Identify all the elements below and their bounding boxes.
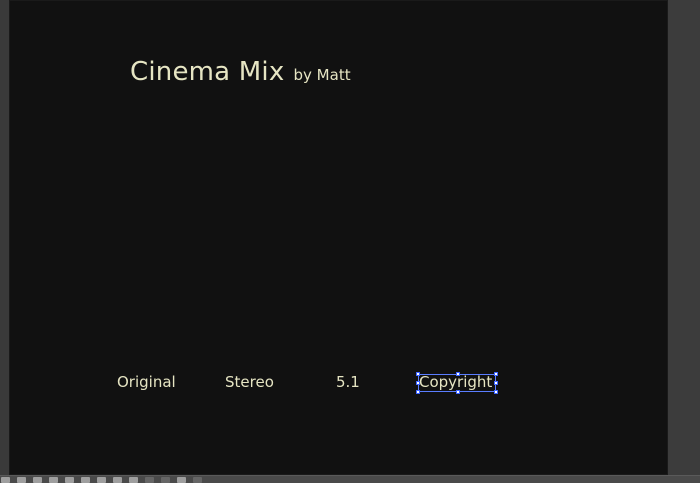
menu-title-subtitle: by Matt	[293, 66, 351, 84]
split-icon[interactable]	[97, 476, 106, 483]
back-icon[interactable]	[161, 476, 170, 483]
left-ruler-strip	[0, 0, 9, 475]
grid-icon[interactable]	[33, 476, 42, 483]
loop-icon[interactable]	[129, 476, 138, 483]
original-button[interactable]: Original	[117, 373, 176, 391]
menu-title: Cinema Mix by Matt	[130, 57, 351, 87]
stop-icon[interactable]	[17, 476, 26, 483]
play-icon[interactable]	[1, 476, 10, 483]
layer-icon[interactable]	[65, 476, 74, 483]
menu-preview-canvas[interactable]: Cinema Mix by Matt Original Stereo 5.1 C…	[9, 0, 668, 475]
zoom-icon[interactable]	[177, 476, 186, 483]
surround-5-1-button[interactable]: 5.1	[336, 373, 360, 391]
monitor-icon[interactable]	[81, 476, 90, 483]
right-side-panel	[668, 0, 700, 475]
resize-handle-bottom-right[interactable]	[494, 390, 498, 394]
lock-icon[interactable]	[145, 476, 154, 483]
menu-title-main: Cinema Mix	[130, 57, 285, 87]
bottom-toolbar	[0, 475, 700, 483]
menu-authoring-workspace: Cinema Mix by Matt Original Stereo 5.1 C…	[0, 0, 700, 483]
resize-handle-top-right[interactable]	[494, 372, 498, 376]
resize-handle-middle-right[interactable]	[494, 381, 498, 385]
forward-icon[interactable]	[193, 476, 202, 483]
stereo-button[interactable]: Stereo	[225, 373, 274, 391]
settings-icon[interactable]	[49, 476, 58, 483]
record-icon[interactable]	[113, 476, 122, 483]
copyright-button[interactable]: Copyright	[419, 373, 492, 391]
